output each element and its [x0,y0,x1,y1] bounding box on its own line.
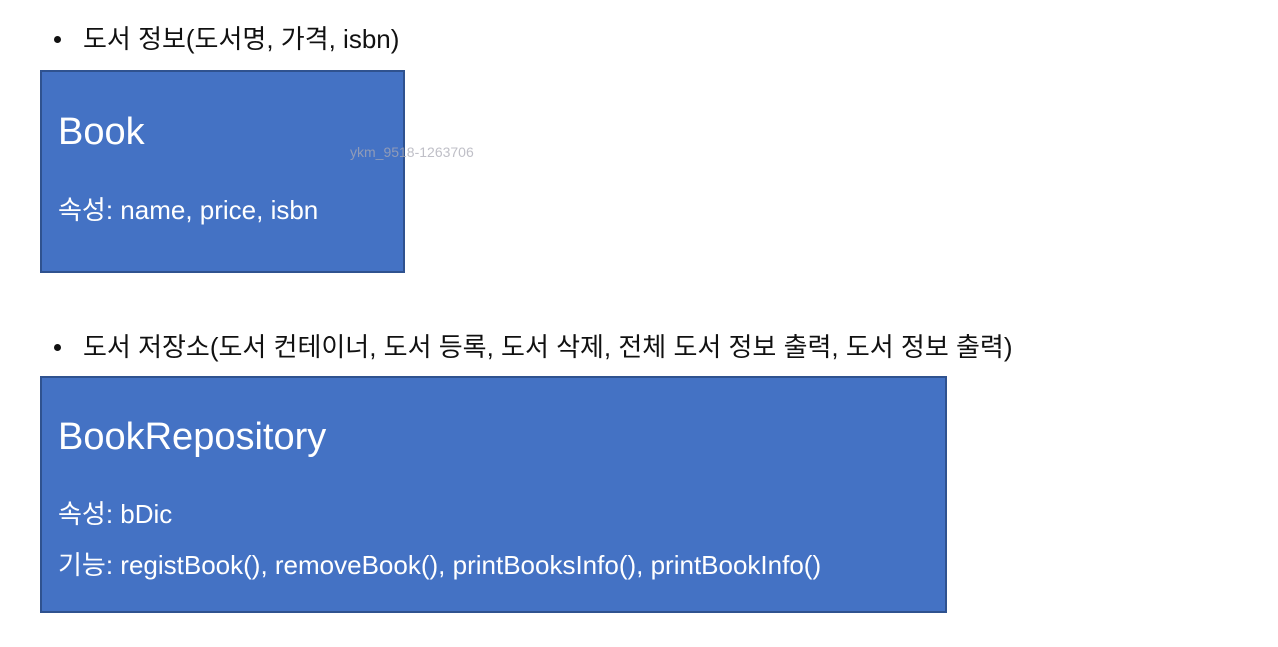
bullet-book-info: 도서 정보(도서명, 가격, isbn) [50,22,399,56]
book-repository-class-functions: 기능: registBook(), removeBook(), printBoo… [58,550,822,580]
book-class-title: Book [58,111,145,153]
bullet-book-repository-text: 도서 저장소(도서 컨테이너, 도서 등록, 도서 삭제, 전체 도서 정보 출… [83,332,1013,362]
book-repository-class-box: BookRepository 속성: bDic 기능: registBook()… [40,376,947,613]
bullet-dot-icon [54,343,61,351]
book-class-box: Book 속성: name, price, isbn [40,70,405,273]
watermark-text: ykm_9518-1263706 [350,144,474,160]
bullet-book-repository: 도서 저장소(도서 컨테이너, 도서 등록, 도서 삭제, 전체 도서 정보 출… [50,330,1012,364]
book-repository-class-attributes: 속성: bDic [58,499,173,529]
bullet-dot-icon [54,35,61,43]
book-repository-class-title: BookRepository [58,416,327,458]
book-class-attributes: 속성: name, price, isbn [58,195,319,225]
bullet-book-info-text: 도서 정보(도서명, 가격, isbn) [83,24,400,54]
